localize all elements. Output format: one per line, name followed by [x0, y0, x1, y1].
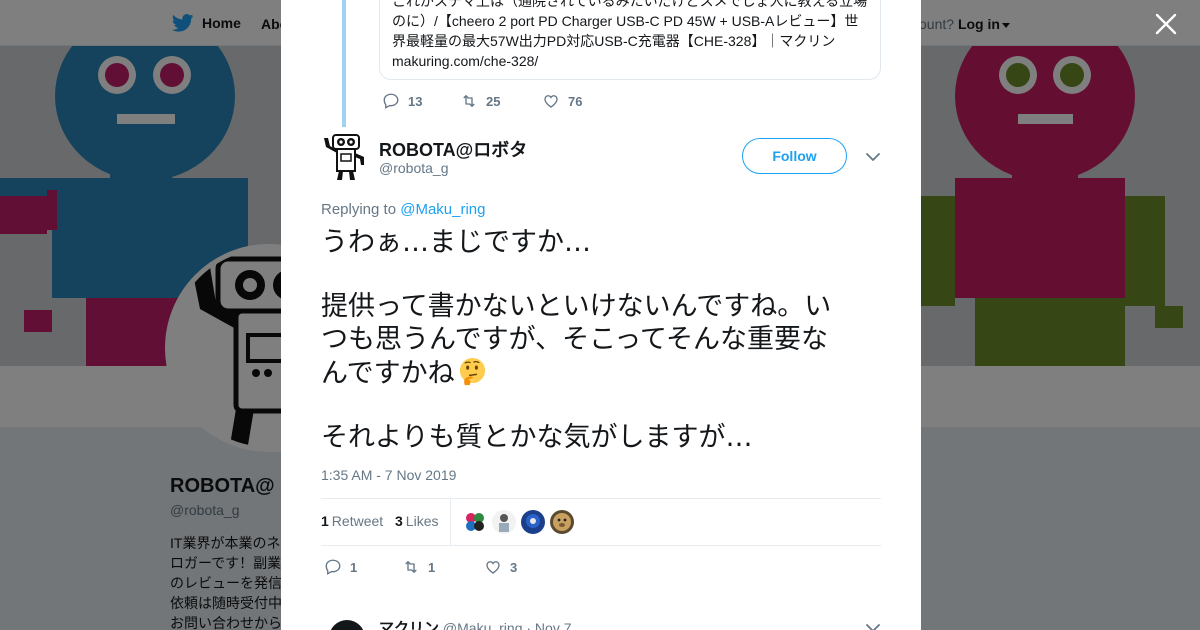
like-stat[interactable]: 3 Likes [395, 513, 438, 529]
tweet-text-line: うわぁ…まじですか… [321, 227, 591, 258]
tweet-text-line: それよりも質とかな気がしますが… [321, 422, 753, 453]
reply-count: 13 [408, 93, 423, 109]
tweet-permalink-modal: これがステマ上は（通院されているみたいだけどスメでしょ人に教える立場な のに）/… [281, 0, 921, 630]
next-tweet-author-handle[interactable]: @Maku_ring [443, 620, 523, 630]
tweet-stats-bar: 1 Retweet 3 Likes [321, 498, 881, 546]
liker-avatar[interactable] [550, 510, 574, 534]
tweet-text: うわぁ…まじですか… 提供って書かないといけないんですね。い つも思うんですが、… [321, 226, 866, 454]
retweet-stat[interactable]: 1 Retweet [321, 513, 383, 529]
liker-avatar[interactable] [492, 510, 516, 534]
author-name[interactable]: ROBOTA@ロボタ [379, 136, 527, 162]
thread-connector-line [342, 0, 346, 127]
quoted-tweet-line: これがステマ上は（通院されているみたいだけどスメでしょ人に教える立場な [392, 0, 868, 9]
parent-tweet-actions: 13 25 76 [382, 92, 582, 110]
replying-to-mention[interactable]: @Maku_ring [400, 201, 485, 218]
thinking-face-emoji [459, 357, 485, 386]
like-count: 3 [510, 559, 518, 575]
next-tweet-avatar[interactable] [329, 620, 365, 630]
retweet-button[interactable]: 1 [402, 558, 484, 576]
tweet-actions: 1 1 3 [324, 558, 517, 576]
reply-icon [383, 93, 399, 109]
chevron-down-icon[interactable] [865, 149, 881, 165]
author-handle[interactable]: @robota_g [379, 160, 448, 176]
replying-prefix: Replying to [321, 201, 397, 218]
retweet-stat-count: 1 [321, 513, 329, 529]
follow-button[interactable]: Follow [742, 138, 847, 174]
retweet-icon [463, 95, 475, 107]
like-icon [544, 95, 558, 108]
next-tweet-date[interactable]: · Nov 7 [526, 620, 571, 630]
like-stat-count: 3 [395, 513, 403, 529]
reply-icon [325, 559, 341, 575]
quoted-tweet-card[interactable]: これがステマ上は（通院されているみたいだけどスメでしょ人に教える立場な のに）/… [379, 0, 881, 80]
retweet-icon [405, 561, 417, 573]
tweet-timestamp[interactable]: 1:35 AM - 7 Nov 2019 [321, 467, 456, 483]
replying-to-line: Replying to @Maku_ring [321, 201, 485, 218]
quoted-tweet-url[interactable]: makuring.com/che-328/ [392, 51, 868, 71]
author-avatar[interactable] [321, 133, 369, 181]
reply-button[interactable]: 13 [382, 92, 460, 110]
liker-avatar[interactable] [463, 510, 487, 534]
reply-count: 1 [350, 559, 358, 575]
like-button[interactable]: 76 [542, 92, 582, 110]
reply-button[interactable]: 1 [324, 558, 402, 576]
tweet-text-fragment: んですかね [321, 358, 455, 389]
quoted-tweet-line: 界最軽量の最大57W出力PD対応USB-C充電器【CHE-328】｜マクリン [392, 33, 836, 49]
like-button[interactable]: 3 [484, 558, 517, 576]
like-stat-label: Likes [405, 513, 439, 529]
chevron-down-icon[interactable] [865, 620, 881, 630]
retweet-count: 1 [428, 559, 436, 575]
retweet-count: 25 [486, 93, 501, 109]
tweet-text-line-with-emoji: んですかね [321, 356, 866, 390]
retweet-stat-label: Retweet [331, 513, 384, 529]
next-tweet-header: マクリン @Maku_ring · Nov 7 [379, 617, 921, 630]
like-icon [486, 561, 500, 574]
retweet-button[interactable]: 25 [460, 92, 542, 110]
quoted-tweet-line: のに）/【cheero 2 port PD Charger USB-C PD 4… [392, 13, 859, 29]
tweet-text-line: つも思うんですが、そこってそんな重要な [321, 324, 829, 355]
like-count: 76 [568, 93, 583, 109]
liker-avatar[interactable] [521, 510, 545, 534]
close-icon[interactable] [1154, 12, 1178, 36]
stats-divider [450, 499, 451, 545]
tweet-text-line: 提供って書かないといけないんですね。い [321, 291, 832, 322]
next-tweet-author-name[interactable]: マクリン [379, 620, 439, 630]
